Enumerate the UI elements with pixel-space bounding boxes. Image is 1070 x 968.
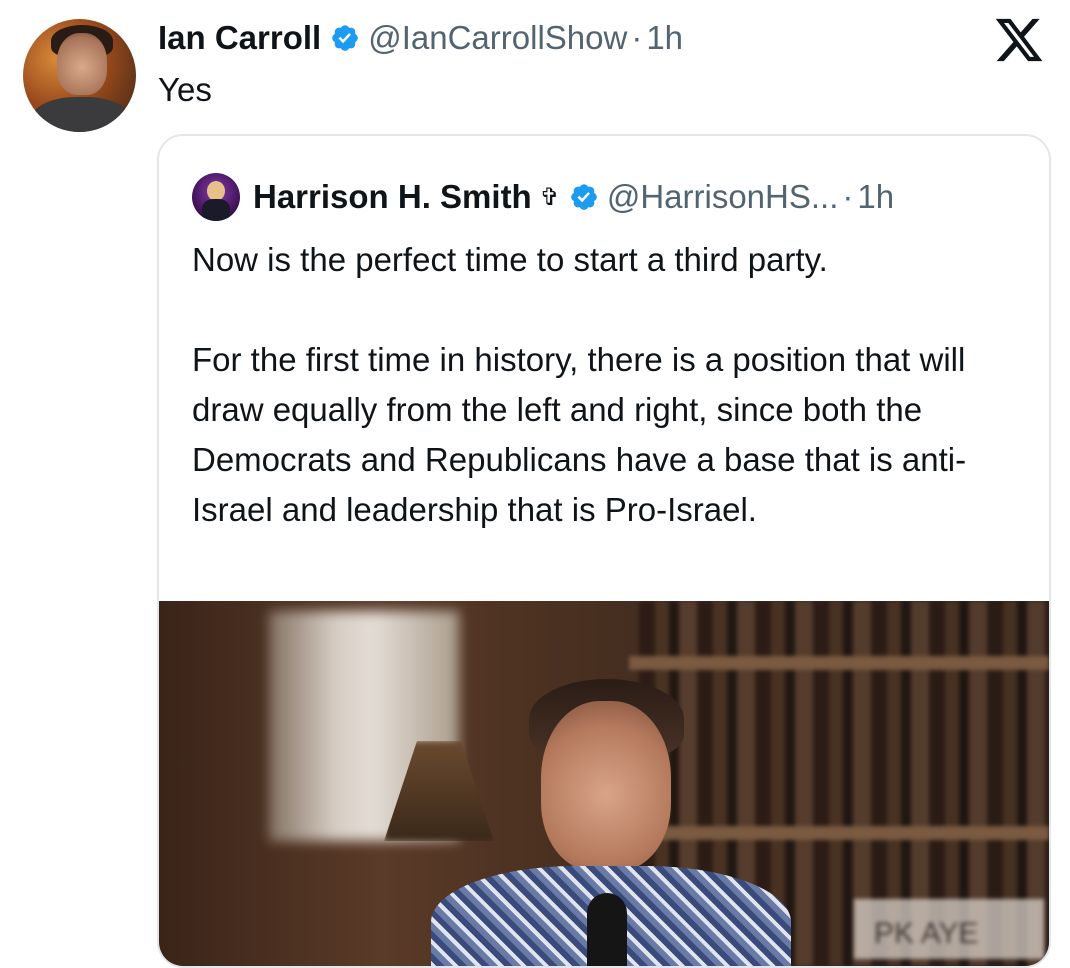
quoted-paragraph-2: For the first time in history, there is …: [192, 341, 967, 528]
cross-emoji: ✞: [539, 183, 560, 211]
tweet-header: Ian Carroll @IanCarrollShow · 1h: [158, 14, 683, 62]
author-handle[interactable]: @IanCarrollShow: [368, 14, 627, 62]
x-logo-icon[interactable]: [990, 14, 1048, 66]
video-thumbnail[interactable]: PK AYE: [159, 601, 1049, 966]
microphone: [587, 893, 627, 966]
verified-badge-icon: [332, 25, 359, 51]
separator-dot: ·: [842, 178, 854, 215]
author-avatar[interactable]: [23, 19, 136, 132]
quoted-author-handle[interactable]: @HarrisonHS...: [607, 174, 839, 220]
quoted-paragraph-1: Now is the perfect time to start a third…: [192, 241, 828, 278]
tweet-time[interactable]: 1h: [646, 14, 683, 62]
author-name[interactable]: Ian Carroll: [158, 14, 321, 62]
quoted-author-name[interactable]: Harrison H. Smith: [253, 174, 532, 220]
tweet-text: Yes: [158, 71, 212, 108]
quoted-author-avatar[interactable]: [192, 173, 240, 221]
background-sign: PK AYE: [854, 899, 1044, 959]
separator-dot: ·: [631, 19, 643, 56]
quoted-tweet-text: Now is the perfect time to start a third…: [192, 235, 1012, 535]
verified-badge-icon: [571, 184, 597, 210]
quoted-tweet-card[interactable]: Harrison H. Smith ✞ @HarrisonHS... · 1h …: [157, 134, 1051, 968]
quoted-tweet-header: Harrison H. Smith ✞ @HarrisonHS... · 1h: [192, 173, 894, 221]
quoted-tweet-time[interactable]: 1h: [857, 174, 894, 220]
